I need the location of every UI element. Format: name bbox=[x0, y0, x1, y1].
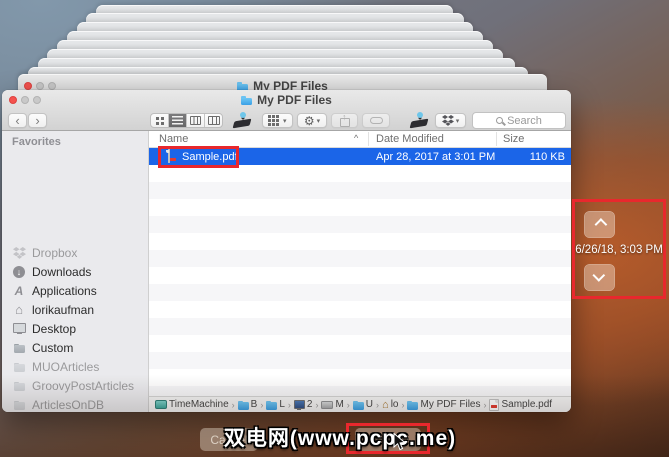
path-item-my-pdf-files[interactable]: My PDF Files bbox=[407, 399, 480, 410]
sidebar-section-favorites: Favorites bbox=[12, 136, 61, 148]
sidebar: Favorites Dropbox ↓ Downloads A Applicat… bbox=[2, 131, 148, 412]
chevron-down-icon bbox=[592, 269, 606, 282]
arrange-grid-icon bbox=[268, 115, 271, 118]
search-placeholder: Search bbox=[507, 114, 542, 127]
sidebar-item-articlesondb[interactable]: ArticlesOnDB bbox=[2, 395, 148, 412]
folder-icon bbox=[241, 95, 253, 105]
date-stepper-value: 6/26/18, 3:03 PM bbox=[575, 244, 663, 256]
back-button[interactable]: ‹ bbox=[8, 113, 27, 128]
stamp-tool-icon[interactable] bbox=[410, 112, 429, 129]
search-icon bbox=[496, 117, 504, 124]
path-item[interactable]: B bbox=[237, 399, 257, 410]
folder-icon bbox=[13, 400, 25, 410]
folder-icon bbox=[13, 343, 25, 353]
desktop: My PDF Files My PDF Files ‹ › ▾ ⚙ ▾ ↑ ▾ … bbox=[0, 0, 669, 457]
sort-indicator-icon: ^ bbox=[354, 133, 359, 143]
chevron-right-icon: › bbox=[231, 399, 235, 410]
path-item-timemachine[interactable]: TimeMachine bbox=[155, 399, 229, 410]
arrange-button[interactable]: ▾ bbox=[262, 113, 293, 128]
chevron-right-icon: › bbox=[287, 399, 291, 410]
folder-icon bbox=[13, 362, 25, 372]
view-switcher bbox=[150, 113, 223, 128]
file-size: 110 KB bbox=[529, 150, 565, 163]
action-gear-button[interactable]: ⚙ ▾ bbox=[297, 113, 327, 128]
sidebar-item-desktop[interactable]: Desktop bbox=[2, 319, 148, 338]
chevron-right-icon: › bbox=[483, 399, 487, 410]
drive-icon bbox=[321, 400, 334, 409]
date-step-up-button[interactable] bbox=[584, 211, 615, 238]
path-item[interactable]: L bbox=[266, 399, 285, 410]
dropbox-icon bbox=[441, 115, 454, 126]
annotation-box-filename bbox=[158, 146, 239, 168]
finder-window: My PDF Files ‹ › ▾ ⚙ ▾ ↑ ▾ Search Favori… bbox=[2, 90, 571, 412]
folder-icon bbox=[237, 400, 249, 410]
mouse-cursor bbox=[393, 432, 407, 456]
grid-view-icon bbox=[155, 116, 159, 120]
window-chrome: My PDF Files ‹ › ▾ ⚙ ▾ ↑ ▾ Search bbox=[2, 90, 571, 131]
coverflow-view-button[interactable] bbox=[205, 114, 222, 127]
path-item[interactable]: 2 bbox=[293, 399, 312, 410]
chevron-up-icon bbox=[594, 218, 608, 231]
path-item-home[interactable]: ⌂ lo bbox=[382, 399, 398, 410]
path-bar: TimeMachine › B › L › 2 › M › U › ⌂ lo ›… bbox=[148, 396, 571, 412]
column-view-button[interactable] bbox=[187, 114, 205, 127]
dropbox-button[interactable]: ▾ bbox=[435, 113, 466, 128]
gear-icon: ⚙ bbox=[303, 113, 315, 128]
search-input[interactable]: Search bbox=[472, 112, 566, 129]
pdf-file-icon bbox=[489, 398, 500, 411]
sidebar-item-home[interactable]: ⌂ lorikaufman bbox=[2, 300, 148, 319]
coverflow-view-icon bbox=[207, 116, 220, 125]
home-icon: ⌂ bbox=[15, 301, 23, 317]
chevron-right-icon: › bbox=[376, 399, 380, 410]
sidebar-item-dropbox[interactable]: Dropbox bbox=[2, 243, 148, 262]
sidebar-item-custom[interactable]: Custom bbox=[2, 338, 148, 357]
sidebar-item-groovypostarticles[interactable]: GroovyPostArticles bbox=[2, 376, 148, 395]
folder-icon bbox=[407, 400, 419, 410]
timemachine-drive-icon bbox=[155, 400, 167, 409]
computer-icon bbox=[293, 399, 305, 410]
sidebar-item-downloads[interactable]: ↓ Downloads bbox=[2, 262, 148, 281]
sidebar-item-muoarticles[interactable]: MUOArticles bbox=[2, 357, 148, 376]
share-button[interactable] bbox=[331, 112, 358, 128]
chevron-right-icon: › bbox=[315, 399, 319, 410]
list-rows-area[interactable] bbox=[149, 165, 571, 396]
path-item-sample-pdf[interactable]: Sample.pdf bbox=[489, 398, 552, 411]
list-view-button[interactable] bbox=[169, 114, 187, 127]
column-header-date-modified[interactable]: Date Modified bbox=[376, 133, 444, 145]
path-item[interactable]: U bbox=[352, 399, 373, 410]
chevron-right-icon: › bbox=[260, 399, 264, 410]
sidebar-item-applications[interactable]: A Applications bbox=[2, 281, 148, 300]
stamp-tool-icon[interactable] bbox=[233, 112, 252, 129]
path-item[interactable]: M bbox=[321, 399, 344, 410]
column-header-size[interactable]: Size bbox=[503, 133, 524, 145]
desktop-icon bbox=[12, 323, 26, 334]
titlebar[interactable]: My PDF Files bbox=[2, 90, 571, 110]
window-title: My PDF Files bbox=[2, 90, 571, 110]
list-view-icon bbox=[172, 116, 183, 125]
folder-icon bbox=[352, 400, 364, 410]
column-view-icon bbox=[190, 116, 201, 125]
chevron-right-icon: › bbox=[346, 399, 350, 410]
annotation-box-date-stepper: 6/26/18, 3:03 PM bbox=[572, 199, 666, 299]
watermark: 双电网(www.pcpc.me) bbox=[223, 427, 457, 450]
chevron-right-icon: › bbox=[401, 399, 405, 410]
share-icon bbox=[339, 112, 350, 127]
forward-button[interactable]: › bbox=[28, 113, 47, 128]
column-header-name[interactable]: Name bbox=[159, 133, 188, 145]
icon-view-button[interactable] bbox=[151, 114, 169, 127]
folder-icon bbox=[13, 381, 25, 391]
home-icon: ⌂ bbox=[382, 398, 389, 411]
applications-icon: A bbox=[14, 283, 24, 298]
file-list: Name ^ Date Modified Size Sample.pdf Apr… bbox=[149, 131, 571, 396]
date-step-down-button[interactable] bbox=[584, 264, 615, 291]
downloads-icon: ↓ bbox=[13, 265, 25, 278]
toolbar: ‹ › ▾ ⚙ ▾ ↑ ▾ Search bbox=[2, 110, 571, 131]
tag-icon bbox=[369, 117, 383, 124]
folder-icon bbox=[266, 400, 278, 410]
file-date-modified: Apr 28, 2017 at 3:01 PM bbox=[376, 150, 496, 163]
tags-button[interactable] bbox=[362, 113, 390, 128]
dropbox-icon bbox=[12, 246, 26, 259]
